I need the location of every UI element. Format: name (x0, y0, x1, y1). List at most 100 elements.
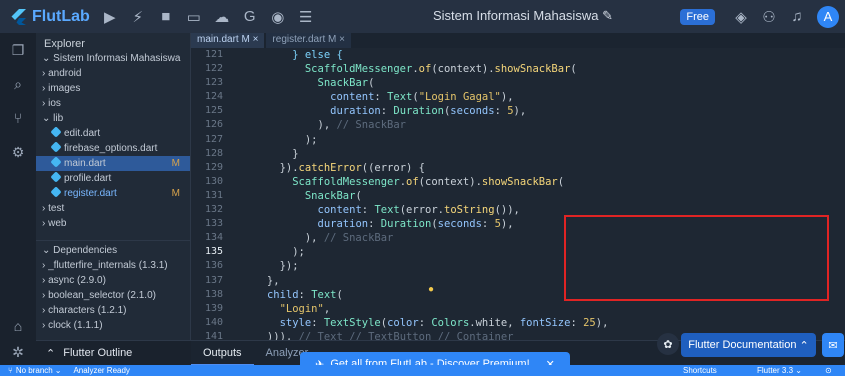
code-line: ScaffoldMessenger.of(context).showSnackB… (292, 175, 565, 188)
settings-icon[interactable]: ⊙ (825, 366, 832, 375)
logo[interactable]: FlutLab (10, 8, 90, 26)
tree-folder[interactable]: ⌄ lib (36, 111, 190, 126)
dependency-item[interactable]: › clock (1.1.1) (36, 318, 191, 333)
branch-icon: ⑂ (8, 366, 13, 375)
tree-folder[interactable]: › android (36, 66, 190, 81)
dart-file-icon (50, 186, 62, 198)
run-icon[interactable]: ▶ (98, 5, 122, 29)
tree-label: ios (48, 98, 61, 109)
line-number: 125 (204, 105, 223, 117)
dependency-label: characters (1.2.1) (48, 305, 127, 316)
line-number: 128 (204, 147, 223, 159)
tree-file[interactable]: profile.dart (36, 171, 190, 186)
dart-file-icon (50, 171, 62, 183)
flutter-logo-icon (11, 8, 26, 25)
code-line: style: TextStyle(color: Colors.white, fo… (279, 316, 609, 329)
tree-label: main.dart (64, 158, 106, 169)
stop-icon[interactable]: ■ (154, 5, 178, 29)
tab-register-dart[interactable]: register.dart M × (266, 33, 351, 48)
record-icon[interactable]: ◉ (266, 5, 290, 29)
tab-outputs[interactable]: Outputs (191, 341, 254, 366)
dependency-label: clock (1.1.1) (48, 320, 103, 331)
line-number: 132 (204, 204, 223, 216)
chevron-up-icon: ⌃ (46, 347, 56, 360)
dependency-item[interactable]: › characters (1.2.1) (36, 303, 191, 318)
modified-badge: M (171, 158, 180, 169)
flutter-documentation-button[interactable]: Flutter Documentation ⌃ (681, 333, 816, 357)
flutter-outline-bar[interactable]: ⌃ Flutter Outline (36, 340, 191, 365)
code-line: SnackBar( (304, 189, 362, 202)
dependency-item[interactable]: › async (2.9.0) (36, 273, 191, 288)
save-icon[interactable]: ▭ (182, 5, 206, 29)
notification-bell-icon[interactable]: ♫ (785, 5, 809, 29)
tree-file[interactable]: edit.dart (36, 126, 190, 141)
code-line: ); (229, 133, 318, 146)
code-line: duration: Duration(seconds: 5), (330, 105, 527, 118)
dependency-label: _flutterfire_internals (1.3.1) (48, 260, 168, 271)
tree-file[interactable]: register.dart M (36, 186, 190, 201)
tree-folder[interactable]: › images (36, 81, 190, 96)
tree-folder[interactable]: › test (36, 201, 190, 216)
git-icon[interactable]: G (238, 5, 262, 29)
code-line: ScaffoldMessenger.of(context).showSnackB… (304, 63, 577, 76)
bug-icon[interactable]: ✲ (0, 335, 36, 369)
editor-tabs: main.dart M × register.dart M × (191, 33, 845, 48)
line-number: 124 (204, 91, 223, 103)
search-icon[interactable]: ⌕ (0, 67, 36, 101)
layers-icon[interactable]: ◈ (729, 5, 753, 29)
line-number: 135 (204, 246, 223, 258)
tree-folder[interactable]: › web (36, 216, 190, 231)
files-icon[interactable]: ❐ (0, 33, 36, 67)
tree-file[interactable]: firebase_options.dart (36, 141, 190, 156)
tree-label: profile.dart (64, 173, 112, 184)
project-title[interactable]: Sistem Informasi Mahasiswa ✎ (433, 8, 613, 24)
plan-badge[interactable]: Free (680, 8, 715, 25)
line-number: 139 (204, 302, 223, 314)
ai-assistant-icon[interactable]: ✿ (657, 333, 679, 355)
dart-file-icon (50, 141, 62, 153)
shortcuts-link[interactable]: Shortcuts (683, 366, 717, 375)
tree-label: images (48, 83, 81, 94)
line-number: 129 (204, 161, 223, 173)
hot-reload-icon[interactable]: ⚡ (126, 5, 150, 29)
tree-folder[interactable]: › ios (36, 96, 190, 111)
code-line: SnackBar( (317, 77, 375, 90)
chat-icon[interactable]: ✉ (822, 333, 844, 357)
dependency-item[interactable]: › _flutterfire_internals (1.3.1) (36, 258, 191, 273)
line-number: 130 (204, 175, 223, 187)
line-number: 138 (204, 288, 223, 300)
cloud-icon[interactable]: ☁ (210, 5, 234, 29)
explorer-panel: Explorer ⌄ Sistem Informasi Mahasiswa › … (36, 33, 191, 365)
line-number: 140 (204, 316, 223, 328)
flutter-version[interactable]: Flutter 3.3 ⌄ (757, 366, 802, 375)
line-number: 126 (204, 119, 223, 131)
dependency-item[interactable]: › boolean_selector (2.1.0) (36, 288, 191, 303)
tree-file[interactable]: main.dart M (36, 156, 190, 171)
source-control-icon[interactable]: ⑂ (0, 101, 36, 135)
lightbulb-icon[interactable]: ● (428, 284, 434, 295)
tab-main-dart[interactable]: main.dart M × (191, 33, 265, 48)
code-line: } else { (292, 49, 343, 61)
tree-root[interactable]: ⌄ Sistem Informasi Mahasiswa (36, 51, 190, 66)
line-number: 123 (204, 77, 223, 89)
explorer-header: Explorer (44, 38, 85, 50)
line-number-gutter: 121 122 123 124 125 126 127 128 129 130 131 132 133 1… (191, 48, 229, 340)
menu-icon[interactable]: ☰ (294, 5, 318, 29)
tree-label: firebase_options.dart (64, 143, 158, 154)
code-editor[interactable]: 121 122 123 124 125 126 127 128 129 130 131 132 133 1… (191, 48, 845, 340)
app-name: FlutLab (32, 7, 90, 25)
tree-label: register.dart (64, 188, 117, 199)
edit-pencil-icon[interactable]: ✎ (602, 8, 613, 23)
avatar[interactable]: A (817, 5, 839, 28)
status-bar: ⑂ No branch ⌄ Analyzer Ready Shortcuts F… (0, 365, 845, 376)
line-number: 133 (204, 218, 223, 230)
dependencies-header[interactable]: ⌄ Dependencies (36, 243, 191, 258)
highlight-annotation-box (564, 215, 829, 301)
settings-gear-icon[interactable]: ⚙ (0, 135, 36, 169)
code-line: ), // SnackBar (229, 119, 407, 132)
analyzer-status: Analyzer Ready (73, 366, 130, 375)
add-user-icon[interactable]: ⚇ (757, 5, 781, 29)
branch-status[interactable]: No branch (16, 366, 53, 375)
dependency-label: async (2.9.0) (48, 275, 106, 286)
line-number: 136 (204, 260, 223, 272)
